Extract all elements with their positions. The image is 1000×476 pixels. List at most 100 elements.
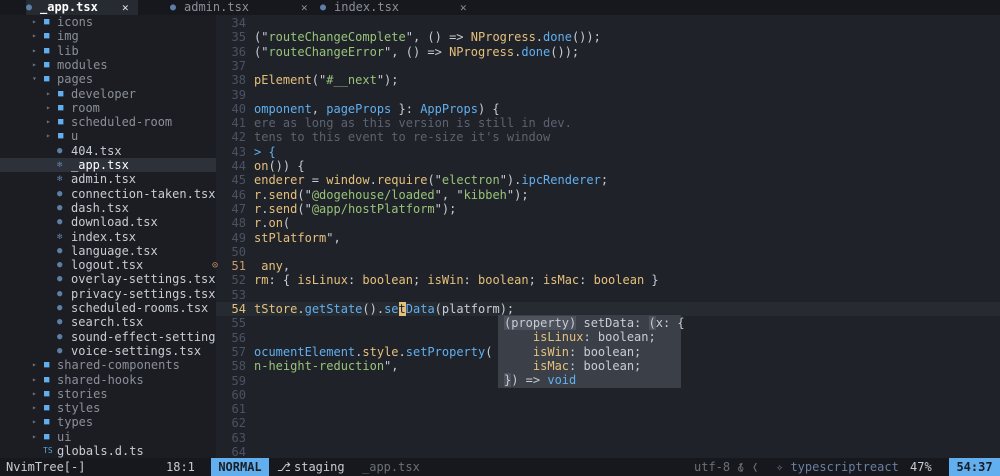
- tree-file[interactable]: ● scheduled-rooms.tsx: [0, 301, 216, 315]
- folder-icon: ■: [44, 360, 50, 371]
- chevron-right-icon[interactable]: ▸: [32, 58, 37, 72]
- close-icon[interactable]: ✕: [460, 0, 467, 15]
- tree-folder[interactable]: ▸ ■ lib: [0, 44, 216, 58]
- tree-file[interactable]: ● connection-taken.tsx: [0, 187, 216, 201]
- line-number: 40: [231, 101, 246, 116]
- code-editor[interactable]: 34 35 ("routeChangeComplete", () => NProgr…: [212, 15, 1000, 459]
- tree-file-label: 404.tsx: [71, 143, 122, 158]
- tree-folder-label: styles: [57, 401, 101, 416]
- code-line[interactable]: 49 stPlatform",: [216, 231, 1000, 245]
- code-line[interactable]: 48 r.on(: [216, 216, 1000, 230]
- chevron-right-icon[interactable]: ▸: [32, 44, 37, 58]
- code-line[interactable]: 45 enderer = window.require("electron").i…: [216, 173, 1000, 187]
- tree-folder[interactable]: ▾ ■ pages: [0, 72, 216, 86]
- tree-folder[interactable]: ▸ ■ scheduled-room: [0, 115, 216, 129]
- tree-file[interactable]: ● search.tsx: [0, 315, 216, 329]
- close-icon[interactable]: ✕: [301, 0, 308, 15]
- code-line[interactable]: 50: [216, 245, 1000, 259]
- tree-folder[interactable]: ▸ ■ shared-components: [0, 358, 216, 372]
- code-line[interactable]: 44 on()) {: [216, 159, 1000, 173]
- tree-folder[interactable]: ▸ ■ icons: [0, 15, 216, 29]
- code-token: > {: [254, 144, 276, 159]
- chevron-right-icon[interactable]: ▸: [32, 373, 37, 387]
- tree-folder[interactable]: ▸ ■ developer: [0, 87, 216, 101]
- chevron-right-icon[interactable]: ▸: [46, 115, 51, 129]
- line-number: 43: [231, 144, 246, 159]
- tree-folder[interactable]: ▸ ■ room: [0, 101, 216, 115]
- tree-folder[interactable]: ▸ ■ modules: [0, 58, 216, 72]
- tree-file[interactable]: ● privacy-settings.tsx: [0, 287, 216, 301]
- code-text: stPlatform",: [254, 231, 341, 245]
- code-line[interactable]: 62: [216, 416, 1000, 430]
- code-line[interactable]: 37: [216, 59, 1000, 73]
- tree-file[interactable]: TS globals.d.ts: [0, 444, 216, 458]
- tree-file[interactable]: ✻ admin.tsx: [0, 172, 216, 186]
- tree-folder[interactable]: ▸ ■ u: [0, 129, 216, 143]
- tree-folder[interactable]: ▸ ■ types: [0, 415, 216, 429]
- chevron-right-icon[interactable]: ▸: [32, 15, 37, 29]
- code-token: NProgress: [470, 30, 536, 45]
- code-token: omponent: [254, 101, 312, 116]
- tree-file[interactable]: ● language.tsx: [0, 244, 216, 258]
- tree-file[interactable]: ✻ _app.tsx: [0, 158, 216, 173]
- file-icon: ●: [26, 2, 33, 13]
- chevron-right-icon[interactable]: ▸: [46, 87, 51, 101]
- code-line[interactable]: 53: [216, 288, 1000, 302]
- chevron-right-icon[interactable]: ▸: [32, 401, 37, 415]
- code-token: ().: [362, 302, 385, 316]
- code-token: ipcRenderer: [521, 173, 601, 188]
- tree-file[interactable]: ● logout.tsx: [0, 258, 216, 272]
- code-token: .: [369, 173, 377, 188]
- line-number: 53: [231, 287, 246, 302]
- code-token: ", () =>: [384, 44, 450, 59]
- code-line[interactable]: 39: [216, 88, 1000, 102]
- close-icon[interactable]: ✕: [122, 0, 129, 15]
- code-line[interactable]: 38 pElement("#__next");: [216, 73, 1000, 87]
- code-line[interactable]: 47 r.send("@app/hostPlatform");: [216, 202, 1000, 216]
- chevron-right-icon[interactable]: ▸: [32, 358, 37, 372]
- code-line[interactable]: 35 ("routeChangeComplete", () => NProgres…: [216, 30, 1000, 44]
- chevron-right-icon[interactable]: ▸: [46, 101, 51, 115]
- chevron-right-icon[interactable]: ▸: [32, 29, 37, 43]
- tab-admin-tsx[interactable]: ● admin.tsx ✕: [170, 0, 320, 15]
- code-line[interactable]: 43 > {: [216, 145, 1000, 159]
- cursor-position: 54:37: [949, 458, 1000, 476]
- code-token: pElement: [254, 73, 312, 88]
- code-line[interactable]: 40 omponent, pageProps }: AppProps) {: [216, 102, 1000, 116]
- chevron-right-icon[interactable]: ▸: [46, 129, 51, 143]
- code-line[interactable]: 61: [216, 402, 1000, 416]
- tree-file[interactable]: ● dash.tsx: [0, 201, 216, 215]
- code-line[interactable]: ⊙ 51 any,: [212, 259, 1000, 273]
- tab-app-tsx[interactable]: ● _app.tsx ✕: [26, 0, 138, 15]
- tree-folder[interactable]: ▸ ■ stories: [0, 387, 216, 401]
- chevron-down-icon[interactable]: ▾: [32, 72, 37, 86]
- tree-file[interactable]: ✻ index.tsx: [0, 230, 216, 244]
- code-line[interactable]: 52 rm: { isLinux: boolean; isWin: boolean…: [216, 273, 1000, 287]
- tree-folder[interactable]: ▸ ■ styles: [0, 401, 216, 415]
- file-icon: ●: [57, 145, 63, 156]
- folder-icon: ■: [44, 45, 50, 56]
- tree-file[interactable]: ● 404.tsx: [0, 144, 216, 158]
- file-icon: ●: [170, 2, 177, 13]
- chevron-right-icon[interactable]: ▸: [32, 387, 37, 401]
- code-line[interactable]: 60: [216, 388, 1000, 402]
- tree-file[interactable]: ● overlay-settings.tsx: [0, 272, 216, 286]
- tree-file[interactable]: ● sound-effect-setting: [0, 330, 216, 344]
- tree-folder-label: modules: [57, 57, 108, 72]
- code-token: ;: [600, 173, 609, 188]
- tree-file[interactable]: ● voice-settings.tsx: [0, 344, 216, 358]
- code-line[interactable]: 41 ere as long as this version is still i…: [216, 116, 1000, 130]
- tab-index-tsx[interactable]: ● index.tsx ✕: [320, 0, 478, 15]
- tree-folder[interactable]: ▸ ■ img: [0, 29, 216, 43]
- chevron-right-icon[interactable]: ▸: [32, 430, 37, 444]
- tree-folder[interactable]: ▸ ■ ui: [0, 430, 216, 444]
- code-line[interactable]: 63: [216, 431, 1000, 445]
- chevron-right-icon[interactable]: ▸: [32, 415, 37, 429]
- tree-folder[interactable]: ▸ ■ shared-hooks: [0, 373, 216, 387]
- folder-icon: ■: [58, 102, 64, 113]
- code-line[interactable]: 42 tens to this event to re-size it's win…: [216, 130, 1000, 144]
- code-line[interactable]: 36 ("routeChangeError", () => NProgress.d…: [216, 45, 1000, 59]
- code-line[interactable]: 46 r.send("@dogehouse/loaded", "kibbeh");: [216, 188, 1000, 202]
- tree-file[interactable]: ● download.tsx: [0, 215, 216, 229]
- code-line[interactable]: 34: [216, 16, 1000, 30]
